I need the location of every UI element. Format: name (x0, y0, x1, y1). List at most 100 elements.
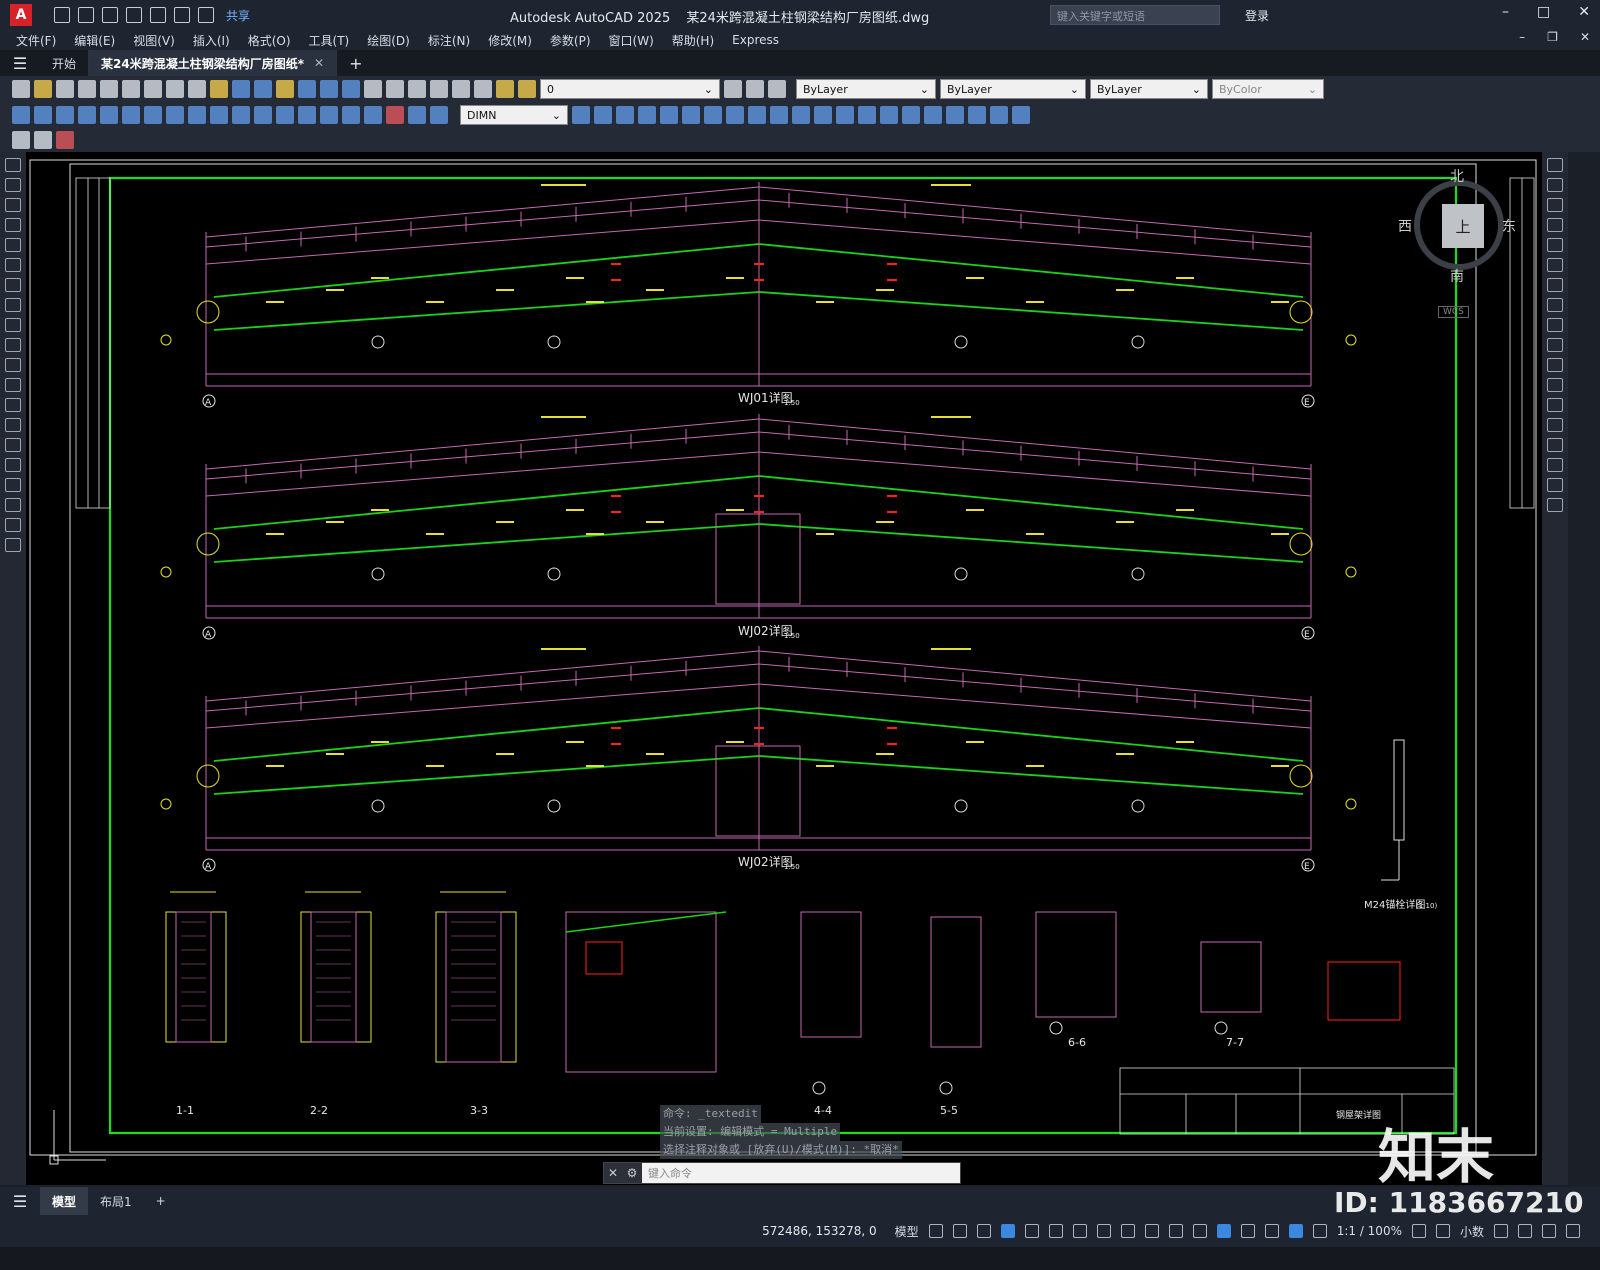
properties-icon[interactable] (364, 80, 382, 98)
calculator-icon[interactable] (430, 80, 448, 98)
mirror-tool-icon[interactable] (1547, 198, 1563, 212)
copy-icon[interactable] (166, 80, 184, 98)
line-tool-icon[interactable] (5, 158, 21, 172)
modify-2-icon[interactable] (616, 106, 634, 124)
dim-ordinate-icon[interactable] (78, 106, 96, 124)
break-tool-icon[interactable] (1547, 398, 1563, 412)
close-icon[interactable]: ✕ (1578, 4, 1590, 20)
polygon-tool-icon[interactable] (5, 218, 21, 232)
3d-osnap-icon[interactable] (1216, 1224, 1231, 1238)
menu-item-4[interactable]: 格式(O) (248, 32, 291, 49)
zoom-window-icon[interactable] (320, 80, 338, 98)
open-file-icon[interactable] (34, 80, 52, 98)
modify-6-icon[interactable] (704, 106, 722, 124)
menu-item-3[interactable]: 插入(I) (193, 32, 230, 49)
modify-3-icon[interactable] (638, 106, 656, 124)
menu-item-6[interactable]: 绘图(D) (367, 32, 410, 49)
minimize-icon[interactable]: – (1502, 4, 1509, 20)
join-tool-icon[interactable] (1547, 418, 1563, 432)
clean-screen-icon[interactable] (1566, 1224, 1580, 1238)
viewcube-west[interactable]: 西 (1398, 216, 1412, 236)
copy-tool-icon[interactable] (1547, 178, 1563, 192)
doc-minimize-icon[interactable]: – (1519, 30, 1525, 44)
modify-15-icon[interactable] (902, 106, 920, 124)
redo-icon[interactable] (198, 7, 214, 23)
add-layout-button[interactable]: + (144, 1187, 178, 1215)
viewcube-north[interactable]: 北 (1450, 166, 1464, 186)
layer-previous-icon[interactable] (746, 80, 764, 98)
lineweight-icon[interactable] (1144, 1224, 1159, 1238)
dim-space-icon[interactable] (254, 106, 272, 124)
ellipse-tool-icon[interactable] (5, 338, 21, 352)
menu-item-9[interactable]: 参数(P) (550, 32, 591, 49)
extend-tool-icon[interactable] (1547, 358, 1563, 372)
isodraft-icon[interactable] (1072, 1224, 1087, 1238)
dim-style-icon[interactable] (572, 106, 590, 124)
explode-tool-icon[interactable] (1547, 498, 1563, 512)
layer-on-icon[interactable] (496, 80, 514, 98)
add-selected-tool-icon[interactable] (5, 538, 21, 552)
modify-9-icon[interactable] (770, 106, 788, 124)
print-icon[interactable] (78, 80, 96, 98)
dim-arc-icon[interactable] (56, 106, 74, 124)
tab-layout1[interactable]: 布局1 (88, 1187, 144, 1215)
tab-start[interactable]: 开始 (40, 50, 90, 76)
modify-17-icon[interactable] (946, 106, 964, 124)
blend-tool-icon[interactable] (1547, 478, 1563, 492)
color-combo[interactable]: ByLayer ⌄ (796, 79, 936, 99)
quick-dim-icon[interactable] (188, 106, 206, 124)
plotstyle-combo[interactable]: ByColor ⌄ (1212, 79, 1324, 99)
modify-19-icon[interactable] (990, 106, 1008, 124)
modify-1-icon[interactable] (594, 106, 612, 124)
annotation-monitor-icon[interactable] (1435, 1224, 1450, 1238)
selection-filter-icon[interactable] (1264, 1224, 1279, 1238)
viewcube[interactable]: 上 北 南 西 东 WCS (1398, 169, 1516, 320)
model-space-toggle[interactable]: 模型 (895, 1223, 919, 1240)
save-file-icon[interactable] (56, 80, 74, 98)
layer-freeze-icon[interactable] (518, 80, 536, 98)
modify-20-icon[interactable] (1012, 106, 1030, 124)
doc-close-icon[interactable]: ✕ (1580, 30, 1590, 44)
chamfer-tool-icon[interactable] (1547, 438, 1563, 452)
plot-icon[interactable] (150, 7, 166, 23)
cut-icon[interactable] (144, 80, 162, 98)
ortho-icon[interactable] (1024, 1224, 1039, 1238)
publish-icon[interactable] (122, 80, 140, 98)
undo-tool-icon[interactable] (232, 80, 250, 98)
dim-jogged-icon[interactable] (122, 106, 140, 124)
array-tool-icon[interactable] (1547, 238, 1563, 252)
layer-properties-icon[interactable] (474, 80, 492, 98)
osnap-icon[interactable] (1120, 1224, 1135, 1238)
viewcube-south[interactable]: 南 (1450, 266, 1464, 286)
modify-11-icon[interactable] (814, 106, 832, 124)
save-icon[interactable] (102, 7, 118, 23)
matchprop-icon[interactable] (210, 80, 228, 98)
break-point-tool-icon[interactable] (1547, 378, 1563, 392)
modify-5-icon[interactable] (682, 106, 700, 124)
polyline-tool-icon[interactable] (5, 198, 21, 212)
dynamic-input-icon[interactable] (1000, 1224, 1015, 1238)
modify-12-icon[interactable] (836, 106, 854, 124)
scale-tool-icon[interactable] (1547, 298, 1563, 312)
block-icon[interactable] (34, 131, 52, 149)
dynamic-ucs-icon[interactable] (1240, 1224, 1255, 1238)
workspace-gear-icon[interactable] (1411, 1224, 1426, 1238)
qnew-icon[interactable] (12, 80, 30, 98)
offset-tool-icon[interactable] (1547, 218, 1563, 232)
mtext-tool-icon[interactable] (5, 518, 21, 532)
menu-item-0[interactable]: 文件(F) (16, 32, 56, 49)
grid-icon[interactable] (928, 1224, 943, 1238)
gradient-tool-icon[interactable] (5, 458, 21, 472)
layer-combo[interactable]: 0 ⌄ (540, 79, 720, 99)
menu-item-12[interactable]: Express (732, 33, 779, 47)
menu-item-2[interactable]: 视图(V) (133, 32, 175, 49)
rotate-tool-icon[interactable] (1547, 278, 1563, 292)
modify-18-icon[interactable] (968, 106, 986, 124)
annotation-scale[interactable]: 1:1 / 100% (1337, 1224, 1402, 1238)
dim-break-icon[interactable] (276, 106, 294, 124)
transparency-icon[interactable] (1168, 1224, 1183, 1238)
table-tool-icon[interactable] (5, 498, 21, 512)
table-icon[interactable] (12, 131, 30, 149)
saveas-icon[interactable] (126, 7, 142, 23)
new-tab-button[interactable]: + (349, 54, 362, 73)
